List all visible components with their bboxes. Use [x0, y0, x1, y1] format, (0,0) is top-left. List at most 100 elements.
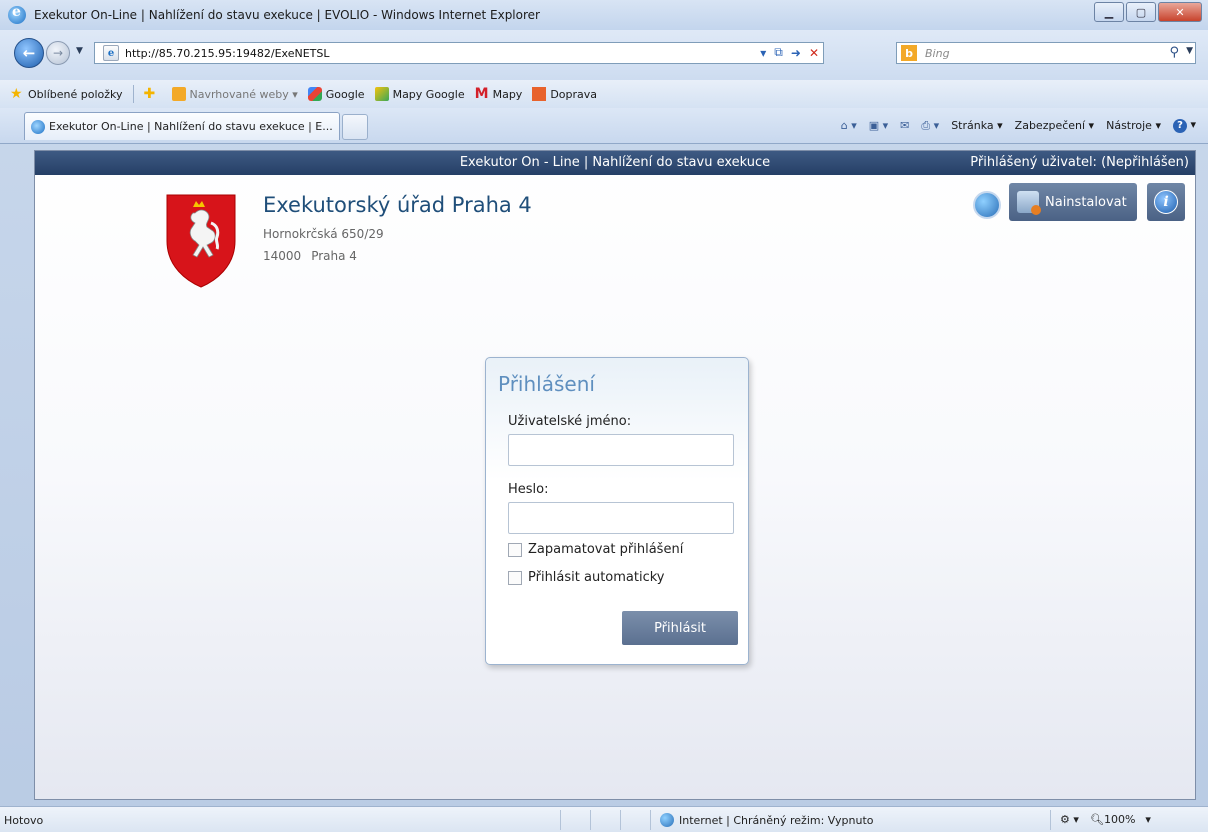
install-label: Nainstalovat	[1045, 194, 1127, 210]
office-zip: 14000	[263, 249, 302, 263]
browser-window: Exekutor On-Line | Nahlížení do stavu ex…	[0, 0, 1208, 832]
favorites-button[interactable]: ★ Oblíbené položky	[10, 87, 123, 101]
command-bar: ⌂ ▾ ▣ ▾ ✉ ⎙ ▾ Stránka ▾ Zabezpečení ▾ Ná…	[841, 118, 1196, 133]
zoom-dropdown-icon: ▾	[1145, 813, 1151, 826]
status-divider	[560, 810, 561, 830]
password-label: Heslo:	[508, 482, 549, 497]
search-dropdown-icon[interactable]: ▼	[1186, 46, 1193, 56]
zoom-level: 100%	[1103, 813, 1136, 826]
print-icon[interactable]: ⎙ ▾	[921, 119, 939, 133]
remember-checkbox[interactable]	[508, 542, 522, 557]
tab-ie-icon	[31, 119, 45, 134]
search-placeholder[interactable]: Bing	[925, 47, 950, 60]
favorite-navrhovane-weby[interactable]: Navrhované weby ▾	[171, 87, 298, 101]
protected-mode-icon[interactable]: ⚙ ▾	[1060, 813, 1079, 826]
remember-row[interactable]: Zapamatovat přihlášení	[508, 542, 683, 557]
compatibility-icon[interactable]: ⧉	[774, 45, 783, 60]
ie-logo-icon	[8, 4, 26, 24]
user-value: (Nepřihlášen)	[1101, 155, 1189, 170]
zoom-icon: 🔍︎	[1090, 813, 1104, 826]
close-button[interactable]: ✕	[1158, 2, 1202, 22]
status-divider	[620, 810, 621, 830]
favbar-divider	[132, 85, 134, 103]
doprava-icon	[532, 87, 547, 101]
help-menu[interactable]: ? ▾	[1172, 118, 1196, 133]
address-dropdown-icon[interactable]: ▾	[760, 46, 766, 60]
stop-icon[interactable]: ✕	[809, 46, 819, 60]
address-url[interactable]: http://85.70.215.95:19482/ExeNETSL	[125, 47, 329, 60]
tab-title: Exekutor On-Line | Nahlížení do stavu ex…	[49, 120, 333, 133]
coat-of-arms-icon	[166, 194, 236, 288]
office-name: Exekutorský úřad Praha 4	[263, 193, 532, 217]
install-package-icon	[1017, 191, 1041, 215]
page-icon: e	[103, 45, 119, 61]
history-dropdown-icon[interactable]: ▼	[76, 46, 83, 56]
add-favorite-icon: ✚	[143, 86, 156, 102]
tab-exekutor[interactable]: Exekutor On-Line | Nahlížení do stavu ex…	[24, 112, 340, 140]
favorite-google[interactable]: Google	[307, 87, 365, 101]
title-bar: Exekutor On-Line | Nahlížení do stavu ex…	[0, 0, 1208, 30]
mail-icon[interactable]: ✉	[900, 119, 909, 132]
search-box[interactable]: b Bing ⚲ ▼	[896, 42, 1196, 64]
maximize-button[interactable]: ▢	[1126, 2, 1156, 22]
tools-menu[interactable]: Nástroje ▾	[1106, 119, 1161, 132]
zoom-control[interactable]: 🔍︎ 100% ▾	[1090, 813, 1151, 826]
navigation-bar: ← → ▼ e http://85.70.215.95:19482/ExeNET…	[0, 30, 1208, 80]
address-bar[interactable]: e http://85.70.215.95:19482/ExeNETSL ▾ ⧉…	[94, 42, 824, 64]
login-panel: Přihlášení Uživatelské jméno: Heslo: Zap…	[485, 357, 749, 665]
app-header: Exekutor On - Line | Nahlížení do stavu …	[35, 151, 1195, 175]
username-label: Uživatelské jméno:	[508, 414, 632, 429]
star-icon: ★	[10, 86, 23, 102]
mapy-icon: M	[474, 86, 489, 102]
google-icon	[307, 87, 322, 101]
install-button[interactable]: Nainstalovat	[1009, 183, 1137, 221]
help-icon: ?	[1172, 119, 1187, 133]
window-title: Exekutor On-Line | Nahlížení do stavu ex…	[34, 8, 540, 22]
window-controls: ▁ ▢ ✕	[1092, 2, 1202, 22]
logged-user: Přihlášený uživatel: (Nepřihlášen)	[970, 155, 1189, 170]
web-slice-icon	[171, 87, 186, 101]
auto-login-label: Přihlásit automaticky	[528, 570, 665, 585]
new-tab-button[interactable]	[342, 114, 368, 140]
favorite-doprava[interactable]: Doprava	[532, 87, 597, 101]
security-zone[interactable]: Internet | Chráněný režim: Vypnuto	[660, 813, 874, 827]
bing-icon: b	[901, 45, 917, 61]
home-icon[interactable]: ⌂ ▾	[841, 119, 857, 132]
auto-login-checkbox[interactable]	[508, 570, 522, 585]
info-button[interactable]: i	[1147, 183, 1185, 221]
login-title: Přihlášení	[498, 372, 595, 396]
auto-login-row[interactable]: Přihlásit automaticky	[508, 570, 665, 585]
status-text: Hotovo	[4, 814, 44, 827]
zone-text: Internet | Chráněný režim: Vypnuto	[679, 813, 874, 827]
internet-zone-icon	[660, 813, 674, 827]
minimize-button[interactable]: ▁	[1094, 2, 1124, 22]
password-input[interactable]	[508, 502, 734, 534]
status-divider	[590, 810, 591, 830]
status-divider	[1050, 810, 1051, 830]
office-city: Praha 4	[311, 249, 357, 263]
page-menu[interactable]: Stránka ▾	[951, 119, 1002, 132]
status-bar: Hotovo Internet | Chráněný režim: Vypnut…	[0, 806, 1208, 832]
back-button[interactable]: ←	[14, 38, 44, 68]
feeds-icon[interactable]: ▣ ▾	[869, 119, 888, 132]
username-input[interactable]	[508, 434, 734, 466]
globe-icon[interactable]	[973, 191, 1001, 219]
address-tools: ▾ ⧉ ➜ ✕	[760, 45, 819, 60]
forward-button[interactable]: →	[46, 41, 70, 65]
maps-google-icon	[374, 87, 389, 101]
favorites-bar: ★ Oblíbené položky ✚ Navrhované weby ▾ G…	[0, 80, 1208, 108]
office-street: Hornokrčská 650/29	[263, 227, 384, 241]
remember-label: Zapamatovat přihlášení	[528, 542, 684, 557]
page-content: Exekutor On - Line | Nahlížení do stavu …	[34, 150, 1196, 800]
favorite-mapy[interactable]: M Mapy	[475, 87, 523, 101]
user-label: Přihlášený uživatel:	[970, 155, 1097, 170]
info-icon: i	[1154, 190, 1178, 214]
favorite-mapy-google[interactable]: Mapy Google	[374, 87, 465, 101]
office-city-line: 14000 Praha 4	[263, 249, 367, 263]
go-icon[interactable]: ➜	[791, 46, 801, 60]
search-icon[interactable]: ⚲	[1169, 45, 1179, 60]
status-divider	[650, 810, 651, 830]
add-favorite-button[interactable]: ✚	[144, 87, 162, 101]
login-button[interactable]: Přihlásit	[622, 611, 738, 645]
security-menu[interactable]: Zabezpečení ▾	[1015, 119, 1094, 132]
